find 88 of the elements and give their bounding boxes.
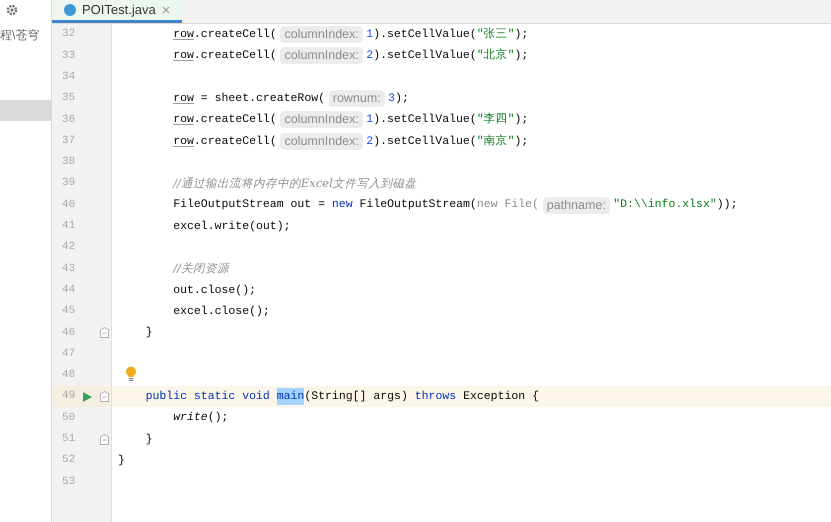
line-number: 45	[62, 304, 76, 320]
code-token: }	[146, 432, 152, 448]
code-token: excel.close();	[173, 304, 270, 320]
code-token: row	[173, 48, 194, 64]
code-token: ).setCellValue(	[373, 27, 477, 44]
parameter-hint: columnIndex:	[280, 111, 363, 128]
code-token: .createCell(	[194, 27, 277, 44]
line-number: 52	[62, 453, 76, 468]
line-number: 49	[62, 389, 76, 404]
line-number: 44	[62, 282, 76, 298]
code-token: main	[276, 388, 304, 406]
editor-tab[interactable]: POITest.java	[52, 0, 182, 23]
line-number: 46	[62, 326, 76, 341]
code-token: ));	[716, 197, 738, 214]
code-token: row	[173, 134, 194, 150]
line-number: 40	[62, 198, 76, 213]
line-number: 47	[62, 346, 76, 362]
parameter-hint: columnIndex:	[280, 26, 363, 44]
code-token: ).setCellValue(	[373, 134, 477, 150]
project-path[interactable]: 程\苍穹	[0, 26, 51, 44]
code-token: 1	[366, 27, 374, 44]
code-token: "张三"	[476, 26, 515, 44]
code-token: = sheet.createRow(	[200, 90, 326, 107]
settings-icon[interactable]	[6, 4, 18, 16]
code-token: );	[514, 134, 528, 150]
code-token: );	[395, 90, 409, 107]
code-token: out.close();	[173, 282, 256, 299]
code-token: );	[514, 112, 528, 128]
code-token: Exception {	[463, 389, 539, 406]
code-token: 2	[366, 48, 374, 64]
code-token: }	[118, 452, 125, 469]
line-number: 34	[62, 70, 76, 85]
code-token: "南京"	[476, 134, 515, 150]
line-number: 36	[62, 112, 76, 128]
code-token: );	[514, 27, 528, 44]
lightbulb-icon[interactable]	[125, 366, 137, 381]
line-number: 43	[62, 262, 76, 277]
code-token: }	[146, 325, 152, 342]
class-icon	[64, 4, 76, 16]
code-token: row	[173, 112, 194, 128]
line-number: 51	[62, 432, 76, 448]
line-number: 41	[62, 219, 76, 234]
line-number: 35	[62, 91, 76, 106]
code-token: FileOutputStream out =	[173, 197, 326, 214]
code-comment: //关闭资源	[173, 260, 229, 278]
line-number: 50	[62, 410, 76, 426]
code-token: row	[173, 90, 194, 107]
code-token: "李四"	[476, 112, 515, 128]
code-token: 2	[366, 134, 374, 150]
code-token: new	[332, 197, 353, 214]
code-token: excel.write(out);	[173, 218, 291, 235]
close-icon[interactable]	[162, 6, 170, 14]
fold-icon[interactable]	[100, 391, 109, 402]
line-number: 38	[62, 155, 76, 170]
line-number: 37	[62, 134, 76, 149]
code-comment: //通过输出流将内存中的Excel文件写入到磁盘	[173, 175, 417, 192]
run-icon[interactable]	[83, 392, 92, 402]
line-number: 33	[62, 48, 76, 64]
parameter-hint: columnIndex:	[280, 47, 363, 64]
code-token: FileOutputStream(	[360, 197, 477, 214]
code-token: ).setCellValue(	[373, 48, 477, 64]
line-number: 42	[62, 240, 76, 256]
code-token: ();	[208, 410, 228, 426]
parameter-hint: rownum:	[328, 90, 385, 108]
code-token: 1	[366, 112, 374, 128]
code-token: public static void	[146, 389, 270, 406]
code-token: .createCell(	[194, 48, 277, 64]
code-token: write	[173, 410, 208, 426]
code-token: 3	[388, 90, 396, 107]
code-token: .createCell(	[194, 112, 277, 128]
code-token: ).setCellValue(	[373, 112, 477, 128]
code-token: "北京"	[476, 48, 515, 64]
line-number: 39	[62, 176, 76, 192]
parameter-hint: pathname:	[542, 196, 610, 214]
fold-icon[interactable]	[100, 327, 109, 338]
code-token: throws	[414, 389, 456, 406]
code-token: );	[514, 48, 528, 64]
code-token: new File(	[476, 197, 539, 214]
line-number: 32	[62, 27, 76, 42]
line-number: 53	[62, 474, 76, 490]
fold-icon[interactable]	[100, 434, 109, 445]
line-number: 48	[62, 368, 76, 384]
code-token: (String[] args)	[304, 389, 408, 406]
code-token: row	[173, 27, 194, 44]
code-token: .createCell(	[194, 134, 277, 150]
parameter-hint: columnIndex:	[280, 132, 363, 150]
tab-title: POITest.java	[82, 1, 156, 20]
code-token: "D:\\info.xlsx"	[613, 197, 717, 214]
